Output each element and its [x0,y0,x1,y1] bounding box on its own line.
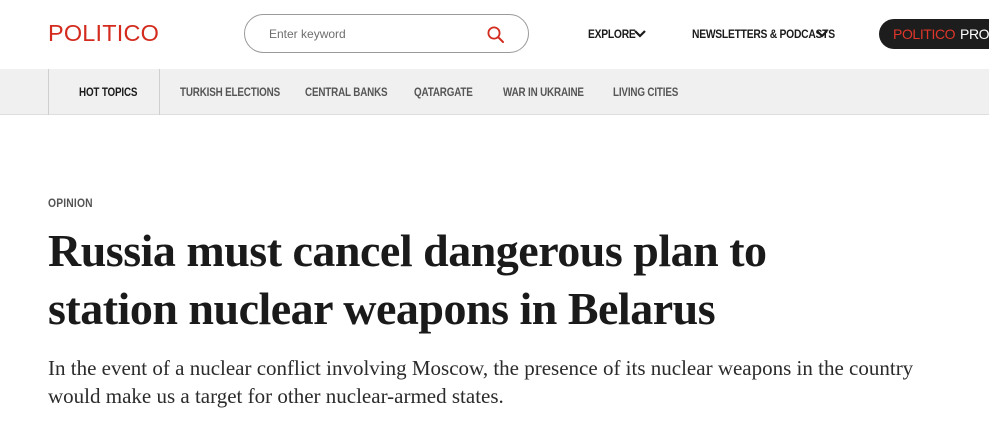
article-dek: In the event of a nuclear conflict invol… [48,354,968,410]
newsletters-podcasts-menu[interactable]: NEWSLETTERS & PODCASTS [692,27,835,41]
site-header: POLITICO EXPLORE NEWSLETTERS & PODCASTS … [0,0,989,69]
article-headline: Russia must cancel dangerous plan to sta… [48,222,948,338]
article-kicker[interactable]: OPINION [48,196,93,210]
topic-link[interactable]: WAR IN UKRAINE [503,85,584,99]
explore-menu[interactable]: EXPLORE [588,27,636,41]
headline-line: station nuclear weapons in Belarus [48,283,716,334]
search-box [244,14,529,53]
hot-topics-label: HOT TOPICS [79,85,138,99]
headline-line: Russia must cancel dangerous plan to [48,225,767,276]
topic-link[interactable]: TURKISH ELECTIONS [180,85,280,99]
topic-link[interactable]: LIVING CITIES [613,85,678,99]
pro-logo-pro: PRO [960,26,989,42]
dek-line: In the event of a nuclear conflict invol… [48,356,914,380]
chevron-down-icon[interactable] [633,29,647,39]
politico-logo[interactable]: POLITICO [48,20,159,47]
dek-line: would make us a target for other nuclear… [48,384,504,408]
chevron-down-icon[interactable] [815,29,829,39]
search-icon[interactable] [486,25,506,45]
pro-logo-politico: POLITICO [893,26,956,42]
politico-pro-button[interactable]: POLITICO PRO [879,19,989,49]
divider [159,69,160,115]
topic-link[interactable]: QATARGATE [414,85,473,99]
search-input[interactable] [269,25,479,43]
divider [48,69,49,115]
hot-topics-bar: HOT TOPICS TURKISH ELECTIONS CENTRAL BAN… [0,69,989,115]
topic-link[interactable]: CENTRAL BANKS [305,85,388,99]
